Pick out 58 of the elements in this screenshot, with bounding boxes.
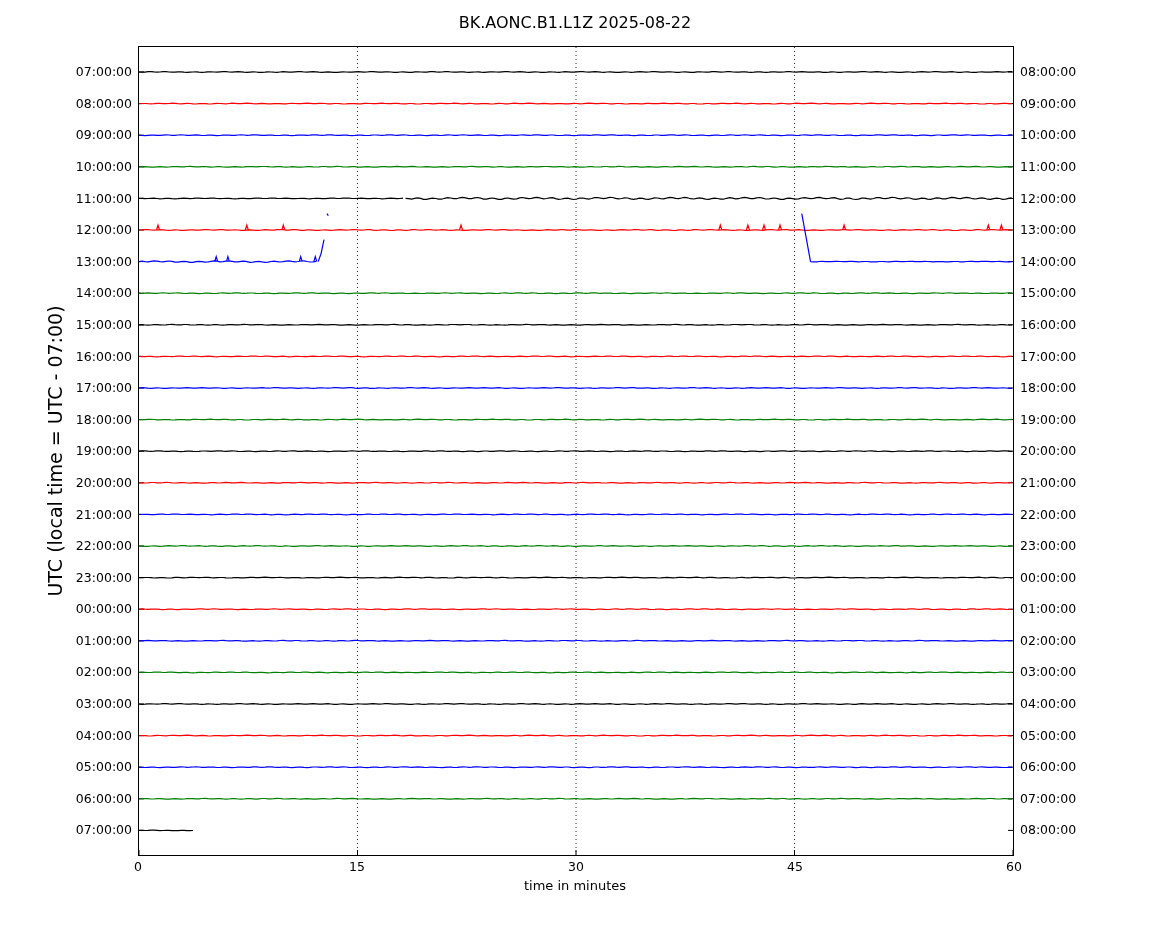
y-tick-label: 06:00:00 bbox=[75, 789, 132, 808]
y-tick-label: 02:00:00 bbox=[1020, 631, 1077, 650]
x-tick-label: 30 bbox=[567, 859, 585, 874]
y-tick-label: 12:00:00 bbox=[1020, 189, 1077, 208]
y-tick-label: 06:00:00 bbox=[1020, 758, 1077, 777]
y-tick-label: 04:00:00 bbox=[1020, 695, 1077, 714]
y-tick-label: 03:00:00 bbox=[1020, 663, 1077, 682]
x-axis-label: time in minutes bbox=[522, 878, 628, 893]
y-tick-label: 23:00:00 bbox=[1020, 537, 1077, 556]
y-tick-label: 07:00:00 bbox=[75, 821, 132, 840]
y-tick-label: 21:00:00 bbox=[1020, 473, 1077, 492]
y-tick-label: 08:00:00 bbox=[1020, 821, 1077, 840]
y-tick-label: 03:00:00 bbox=[75, 695, 132, 714]
y-tick-label: 04:00:00 bbox=[75, 726, 132, 745]
y-tick-label: 21:00:00 bbox=[75, 505, 132, 524]
y-tick-label: 14:00:00 bbox=[1020, 252, 1077, 271]
y-tick-label: 02:00:00 bbox=[75, 663, 132, 682]
y-tick-label: 17:00:00 bbox=[75, 379, 132, 398]
y-tick-label: 18:00:00 bbox=[75, 410, 132, 429]
y-tick-label: 14:00:00 bbox=[75, 284, 132, 303]
y-tick-label: 19:00:00 bbox=[1020, 410, 1077, 429]
y-tick-label: 07:00:00 bbox=[75, 63, 132, 82]
x-tick-label: 60 bbox=[1005, 859, 1023, 874]
y-axis-label: UTC (local time = UTC - 07:00) bbox=[44, 305, 66, 597]
y-tick-label: 01:00:00 bbox=[1020, 600, 1077, 619]
y-tick-label: 08:00:00 bbox=[75, 94, 132, 113]
y-tick-label: 13:00:00 bbox=[1020, 221, 1077, 240]
y-tick-label: 16:00:00 bbox=[1020, 315, 1077, 334]
y-tick-label: 15:00:00 bbox=[75, 315, 132, 334]
y-tick-label: 16:00:00 bbox=[75, 347, 132, 366]
y-tick-label: 05:00:00 bbox=[75, 758, 132, 777]
y-tick-label: 00:00:00 bbox=[1020, 568, 1077, 587]
x-tick-label: 45 bbox=[786, 859, 804, 874]
y-tick-label: 05:00:00 bbox=[1020, 726, 1077, 745]
x-tick-label: 15 bbox=[348, 859, 366, 874]
y-tick-label: 09:00:00 bbox=[1020, 94, 1077, 113]
y-tick-label: 07:00:00 bbox=[1020, 789, 1077, 808]
y-tick-label: 22:00:00 bbox=[75, 537, 132, 556]
y-tick-label: 17:00:00 bbox=[1020, 347, 1077, 366]
y-tick-label: 23:00:00 bbox=[75, 568, 132, 587]
y-tick-label: 13:00:00 bbox=[75, 252, 132, 271]
y-tick-label: 09:00:00 bbox=[75, 126, 132, 145]
y-tick-label: 19:00:00 bbox=[75, 442, 132, 461]
y-tick-label: 01:00:00 bbox=[75, 631, 132, 650]
y-tick-label: 20:00:00 bbox=[1020, 442, 1077, 461]
y-tick-label: 10:00:00 bbox=[75, 157, 132, 176]
y-tick-label: 10:00:00 bbox=[1020, 126, 1077, 145]
y-tick-label: 00:00:00 bbox=[75, 600, 132, 619]
y-tick-label: 11:00:00 bbox=[75, 189, 132, 208]
y-tick-label: 15:00:00 bbox=[1020, 284, 1077, 303]
y-tick-label: 18:00:00 bbox=[1020, 379, 1077, 398]
y-tick-label: 11:00:00 bbox=[1020, 157, 1077, 176]
y-tick-label: 22:00:00 bbox=[1020, 505, 1077, 524]
x-tick-label: 0 bbox=[133, 859, 143, 874]
y-tick-label: 08:00:00 bbox=[1020, 63, 1077, 82]
chart-title: BK.AONC.B1.L1Z 2025-08-22 bbox=[458, 12, 692, 34]
y-tick-label: 12:00:00 bbox=[75, 221, 132, 240]
y-tick-label: 20:00:00 bbox=[75, 473, 132, 492]
